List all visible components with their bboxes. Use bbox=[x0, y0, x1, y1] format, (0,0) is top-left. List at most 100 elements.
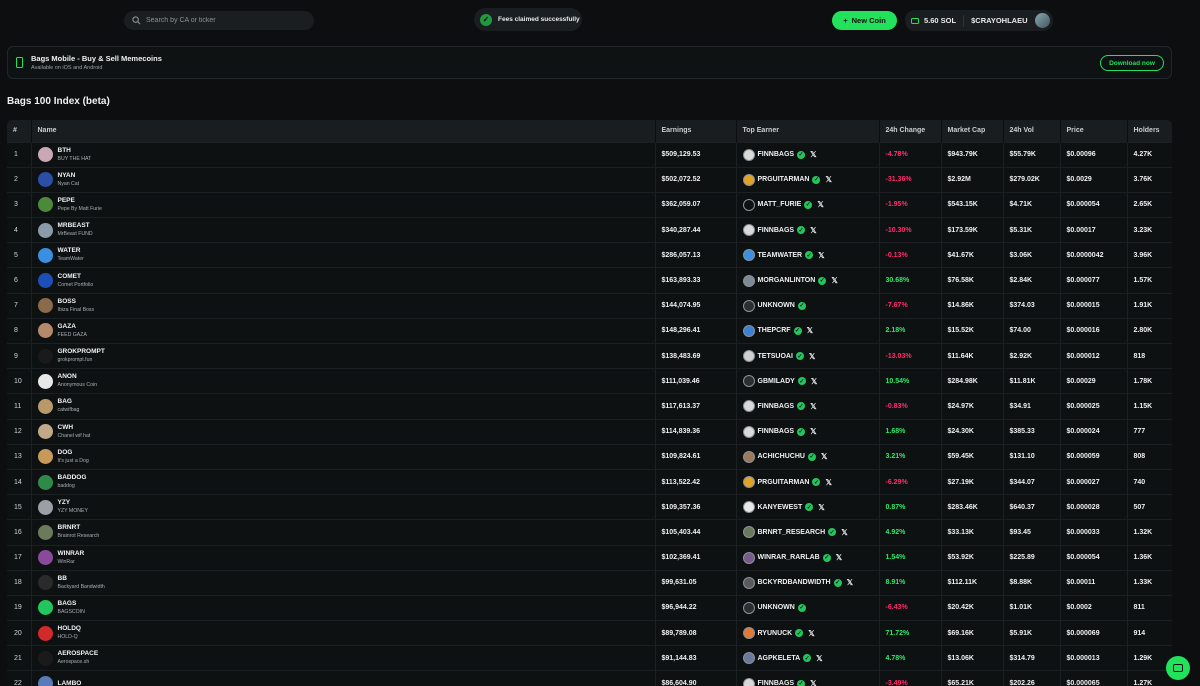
top-earner-cell[interactable]: FINNBAGS ✓ 𝕏 bbox=[736, 393, 880, 420]
name-cell[interactable]: NYAN Nyan Cat bbox=[31, 166, 656, 193]
table-row[interactable]: 21 AEROSPACE Aerospace.sh $91,144.83 AGPKELE… bbox=[7, 645, 1172, 671]
col-market-cap[interactable]: Market Cap bbox=[941, 120, 1004, 142]
top-earner-cell[interactable]: FINNBAGS ✓ 𝕏 bbox=[736, 418, 880, 445]
name-cell[interactable]: BTH BUY THE HAT bbox=[31, 141, 656, 168]
top-earner-cell[interactable]: MATT_FURIE ✓ 𝕏 bbox=[736, 191, 880, 218]
x-icon[interactable]: 𝕏 bbox=[817, 200, 823, 209]
x-icon[interactable]: 𝕏 bbox=[847, 578, 853, 587]
name-cell[interactable]: CWH Chanel wif hat bbox=[31, 418, 656, 445]
table-row[interactable]: 6 COMET Comet Portfolio $163,893.33 MORGANLI… bbox=[7, 267, 1172, 294]
search-bar[interactable] bbox=[124, 11, 314, 30]
x-icon[interactable]: 𝕏 bbox=[841, 528, 847, 537]
wallet-menu[interactable]: 5.60 SOL $CRAYOHLAEU bbox=[905, 10, 1053, 31]
top-earner-cell[interactable]: TEAMWATER ✓ 𝕏 bbox=[736, 242, 880, 268]
top-earner-cell[interactable]: AGPKELETA ✓ 𝕏 bbox=[736, 645, 880, 671]
table-row[interactable]: 15 YZY YZY MONEY $109,357.36 KANYEWEST ✓ 𝕏 0.87… bbox=[7, 494, 1172, 520]
top-earner-cell[interactable]: BRNRT_RESEARCH ✓ 𝕏 bbox=[736, 519, 880, 545]
top-earner-cell[interactable]: BCKYRDBANDWIDTH ✓ 𝕏 bbox=[736, 569, 880, 596]
x-icon[interactable]: 𝕏 bbox=[810, 679, 816, 686]
name-cell[interactable]: BOSS Ibiza Final Boss bbox=[31, 292, 656, 319]
name-cell[interactable]: GROKPROMPT grokprompt.fun bbox=[31, 342, 656, 369]
table-row[interactable]: 7 BOSS Ibiza Final Boss $144,074.95 UNKNOWN ✓… bbox=[7, 292, 1172, 319]
x-icon[interactable]: 𝕏 bbox=[821, 452, 827, 461]
name-cell[interactable]: GAZA FEED GAZA bbox=[31, 317, 656, 344]
table-row[interactable]: 4 MRBEAST MrBeast FUND $340,287.44 FINNBAGS ✓… bbox=[7, 217, 1172, 243]
top-earner-cell[interactable]: UNKNOWN ✓ bbox=[736, 292, 880, 319]
name-cell[interactable]: BAG catwifbag bbox=[31, 393, 656, 420]
table-row[interactable]: 2 NYAN Nyan Cat $502,072.52 PRGUITARMAN ✓ 𝕏 -31… bbox=[7, 166, 1172, 193]
x-icon[interactable]: 𝕏 bbox=[810, 427, 816, 436]
name-cell[interactable]: MRBEAST MrBeast FUND bbox=[31, 217, 656, 243]
col-price[interactable]: Price bbox=[1060, 120, 1128, 142]
table-row[interactable]: 8 GAZA FEED GAZA $148,296.41 THEPCRF ✓ 𝕏 2.18% $… bbox=[7, 317, 1172, 344]
x-icon[interactable]: 𝕏 bbox=[808, 629, 814, 638]
table-row[interactable]: 20 HOLDQ HOLD-Q $89,789.08 RYUNUCK ✓ 𝕏 71.72% $6… bbox=[7, 620, 1172, 646]
table-row[interactable]: 10 ANON Anonymous Coin $111,039.46 GBMILADY ✓… bbox=[7, 368, 1172, 394]
table-row[interactable]: 14 BADDOG baddog $113,522.42 PRGUITARMAN ✓ 𝕏 -6… bbox=[7, 468, 1172, 495]
search-input[interactable] bbox=[146, 17, 306, 24]
name-cell[interactable]: AEROSPACE Aerospace.sh bbox=[31, 645, 656, 671]
table-row[interactable]: 19 BAGS BAGSCOIN $96,944.22 UNKNOWN ✓ -6.43% $2… bbox=[7, 594, 1172, 621]
name-cell[interactable]: WATER TeamWater bbox=[31, 242, 656, 268]
top-earner-cell[interactable]: THEPCRF ✓ 𝕏 bbox=[736, 317, 880, 344]
top-earner-cell[interactable]: GBMILADY ✓ 𝕏 bbox=[736, 368, 880, 394]
table-row[interactable]: 22 LAMBO $86,604.90 FINNBAGS ✓ 𝕏 -3.49% $65.21K… bbox=[7, 670, 1172, 686]
table-row[interactable]: 18 BB Backyard Bandwidth $99,631.05 BCKYRDBA… bbox=[7, 569, 1172, 596]
name-cell[interactable]: HOLDQ HOLD-Q bbox=[31, 620, 656, 646]
name-cell[interactable]: COMET Comet Portfolio bbox=[31, 267, 656, 294]
top-earner-cell[interactable]: MORGANLINTON ✓ 𝕏 bbox=[736, 267, 880, 294]
name-cell[interactable]: DOG It's just a Dog bbox=[31, 443, 656, 470]
x-icon[interactable]: 𝕏 bbox=[818, 251, 824, 260]
table-row[interactable]: 16 BRNRT Brainrot Research $105,403.44 BRNRT… bbox=[7, 519, 1172, 545]
table-row[interactable]: 11 BAG catwifbag $117,613.37 FINNBAGS ✓ 𝕏 -0.83… bbox=[7, 393, 1172, 420]
x-icon[interactable]: 𝕏 bbox=[825, 478, 831, 487]
x-icon[interactable]: 𝕏 bbox=[818, 503, 824, 512]
top-earner-cell[interactable]: KANYEWEST ✓ 𝕏 bbox=[736, 494, 880, 520]
name-cell[interactable]: WINRAR WinRar bbox=[31, 544, 656, 571]
name-cell[interactable]: BB Backyard Bandwidth bbox=[31, 569, 656, 596]
col-earnings[interactable]: Earnings bbox=[655, 120, 737, 142]
top-earner-cell[interactable]: UNKNOWN ✓ bbox=[736, 594, 880, 621]
name-cell[interactable]: BADDOG baddog bbox=[31, 468, 656, 495]
table-row[interactable]: 5 WATER TeamWater $286,057.13 TEAMWATER ✓ 𝕏 -0.… bbox=[7, 242, 1172, 268]
table-row[interactable]: 17 WINRAR WinRar $102,369.41 WINRAR_RARLAB ✓ 𝕏… bbox=[7, 544, 1172, 571]
table-row[interactable]: 9 GROKPROMPT grokprompt.fun $138,483.69 TETS… bbox=[7, 342, 1172, 369]
col-24h-change[interactable]: 24h Change bbox=[879, 120, 942, 142]
col-holders[interactable]: Holders bbox=[1127, 120, 1172, 142]
name-cell[interactable]: PEPE Pepe By Matt Furie bbox=[31, 191, 656, 218]
table-row[interactable]: 13 DOG It's just a Dog $109,824.61 ACHICHUCH… bbox=[7, 443, 1172, 470]
x-icon[interactable]: 𝕏 bbox=[811, 377, 817, 386]
top-earner-cell[interactable]: PRGUITARMAN ✓ 𝕏 bbox=[736, 166, 880, 193]
name-cell[interactable]: BRNRT Brainrot Research bbox=[31, 519, 656, 545]
x-icon[interactable]: 𝕏 bbox=[836, 553, 842, 562]
x-icon[interactable]: 𝕏 bbox=[825, 175, 831, 184]
top-earner-cell[interactable]: FINNBAGS ✓ 𝕏 bbox=[736, 670, 880, 686]
x-icon[interactable]: 𝕏 bbox=[831, 276, 837, 285]
table-row[interactable]: 12 CWH Chanel wif hat $114,839.36 FINNBAGS ✓ 𝕏… bbox=[7, 418, 1172, 445]
x-icon[interactable]: 𝕏 bbox=[810, 150, 816, 159]
name-cell[interactable]: YZY YZY MONEY bbox=[31, 494, 656, 520]
x-icon[interactable]: 𝕏 bbox=[810, 226, 816, 235]
x-icon[interactable]: 𝕏 bbox=[809, 352, 815, 361]
x-icon[interactable]: 𝕏 bbox=[807, 326, 813, 335]
top-earner-cell[interactable]: FINNBAGS ✓ 𝕏 bbox=[736, 141, 880, 168]
top-earner-cell[interactable]: RYUNUCK ✓ 𝕏 bbox=[736, 620, 880, 646]
x-icon[interactable]: 𝕏 bbox=[810, 402, 816, 411]
col-top-earner[interactable]: Top Earner bbox=[736, 120, 880, 142]
col-name[interactable]: Name bbox=[31, 120, 656, 142]
top-earner-cell[interactable]: ACHICHUCHU ✓ 𝕏 bbox=[736, 443, 880, 470]
name-cell[interactable]: ANON Anonymous Coin bbox=[31, 368, 656, 394]
col-24h-vol[interactable]: 24h Vol bbox=[1003, 120, 1061, 142]
avatar[interactable] bbox=[1034, 13, 1050, 28]
table-row[interactable]: 3 PEPE Pepe By Matt Furie $362,059.07 MATT_F… bbox=[7, 191, 1172, 218]
chat-button[interactable] bbox=[1166, 656, 1190, 680]
top-earner-cell[interactable]: WINRAR_RARLAB ✓ 𝕏 bbox=[736, 544, 880, 571]
x-icon[interactable]: 𝕏 bbox=[816, 654, 822, 663]
name-cell[interactable]: BAGS BAGSCOIN bbox=[31, 594, 656, 621]
new-coin-button[interactable]: + New Coin bbox=[832, 11, 897, 30]
top-earner-cell[interactable]: TETSUOAI ✓ 𝕏 bbox=[736, 342, 880, 369]
name-cell[interactable]: LAMBO bbox=[31, 670, 656, 686]
table-row[interactable]: 1 BTH BUY THE HAT $509,129.53 FINNBAGS ✓ 𝕏 -4.7… bbox=[7, 141, 1172, 168]
download-now-button[interactable]: Download now bbox=[1100, 55, 1164, 71]
top-earner-cell[interactable]: PRGUITARMAN ✓ 𝕏 bbox=[736, 468, 880, 495]
